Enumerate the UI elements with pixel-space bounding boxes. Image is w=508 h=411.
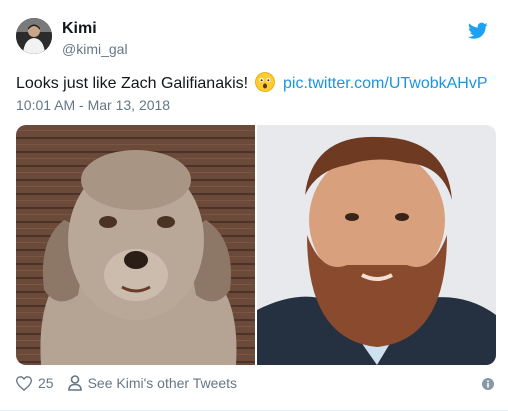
like-button[interactable]: 25	[16, 375, 54, 391]
person-icon	[67, 375, 82, 391]
tweet-actions: 25 See Kimi's other Tweets	[16, 373, 251, 393]
user-handle[interactable]: @kimi_gal	[62, 41, 128, 57]
dog-photo[interactable]	[16, 125, 255, 365]
twitter-bird-icon[interactable]	[468, 22, 488, 40]
profile-link-label: See Kimi's other Tweets	[87, 375, 238, 391]
tweet-text: Looks just like Zach Galifianakis! pic.t…	[16, 72, 488, 94]
tweet-text-body: Looks just like Zach Galifianakis!	[16, 75, 249, 92]
astonished-face-icon	[254, 72, 275, 92]
man-photo[interactable]	[257, 125, 496, 365]
info-icon[interactable]	[482, 377, 494, 390]
like-count: 25	[38, 375, 54, 391]
media-grid	[16, 125, 496, 365]
profile-link[interactable]: See Kimi's other Tweets	[67, 375, 238, 391]
avatar[interactable]	[16, 18, 52, 54]
heart-icon	[16, 375, 32, 391]
tweet-card: Kimi @kimi_gal Looks just like Zach Gali…	[0, 0, 508, 411]
tweet-timestamp[interactable]: 10:01 AM - Mar 13, 2018	[16, 97, 170, 113]
display-name[interactable]: Kimi	[62, 20, 97, 38]
media-link[interactable]: pic.twitter.com/UTwobkAHvP	[283, 75, 488, 92]
